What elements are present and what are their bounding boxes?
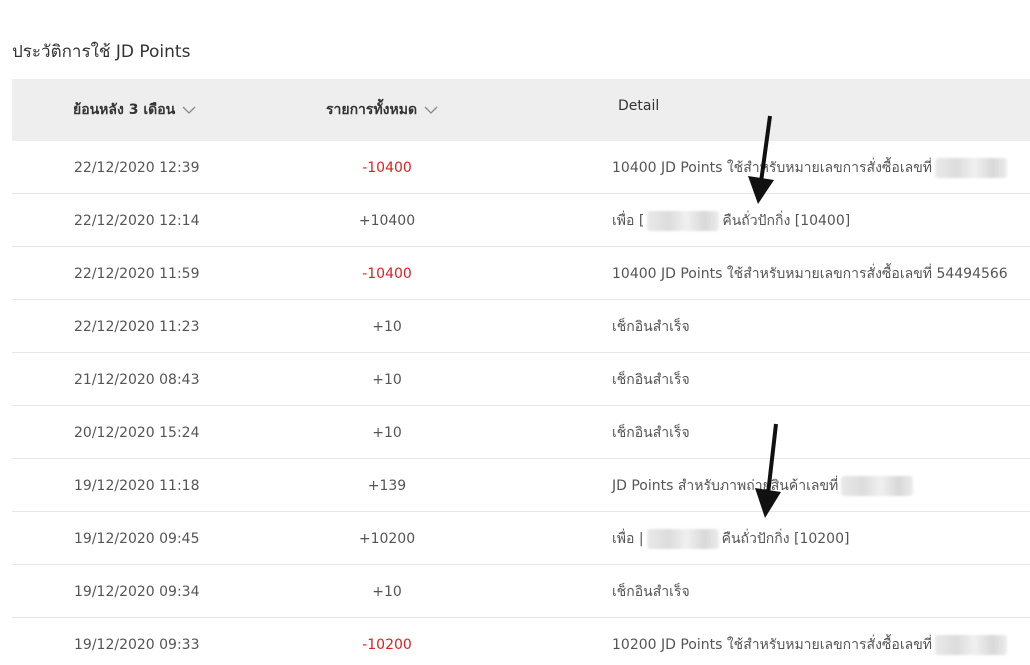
- row-detail: เช็กอินสำเร็จ: [612, 353, 690, 406]
- row-detail-text: 10400 JD Points ใช้สำหรับหมายเลขการสั่งซ…: [612, 265, 1008, 282]
- table-row: 19/12/2020 09:34 +10 เช็กอินสำเร็จ: [12, 565, 1030, 618]
- table-row: 22/12/2020 11:23 +10 เช็กอินสำเร็จ: [12, 300, 1030, 353]
- row-points: +10: [372, 424, 402, 441]
- row-points: +10400: [358, 212, 416, 229]
- row-detail-suffix: คืนถั่วปักกิ่ง [10200]: [721, 530, 850, 547]
- row-points: +10: [372, 583, 402, 600]
- redacted-blur: [647, 210, 720, 231]
- redacted-blur: [841, 475, 914, 496]
- row-detail-text: เช็กอินสำเร็จ: [612, 318, 690, 335]
- row-detail-suffix: คืนถั่วปักกิ่ง [10400]: [722, 212, 851, 229]
- redacted-blur: [935, 634, 1007, 655]
- row-date: 22/12/2020 11:23: [74, 318, 200, 335]
- row-date: 22/12/2020 12:14: [74, 212, 200, 229]
- row-date: 19/12/2020 09:45: [74, 530, 200, 547]
- table-row: 19/12/2020 09:33 -10200 10200 JD Points ใช…: [12, 618, 1030, 665]
- chevron-down-icon: [182, 106, 196, 114]
- row-detail-text: เช็กอินสำเร็จ: [612, 371, 690, 388]
- row-points: +10: [372, 371, 402, 388]
- row-date: 19/12/2020 09:34: [74, 583, 200, 600]
- date-range-filter-label: ย้อนหลัง 3 เดือน: [73, 102, 176, 118]
- row-detail: 10400 JD Points ใช้สำหรับหมายเลขการสั่งซ…: [612, 141, 1010, 194]
- row-detail: 10200 JD Points ใช้สำหรับหมายเลขการสั่งซ…: [612, 618, 1010, 665]
- transaction-type-filter-label: รายการทั้งหมด: [326, 102, 418, 118]
- table-row: 22/12/2020 12:14 +10400 เพื่อ [ คืนถั่วปักก…: [12, 194, 1030, 247]
- row-date: 19/12/2020 09:33: [74, 636, 200, 653]
- row-detail-text: 10200 JD Points ใช้สำหรับหมายเลขการสั่งซ…: [612, 636, 932, 653]
- date-range-filter[interactable]: ย้อนหลัง 3 เดือน: [73, 79, 197, 141]
- row-date: 22/12/2020 11:59: [74, 265, 200, 282]
- redacted-blur: [935, 157, 1007, 178]
- row-detail-text: JD Points สำหรับภาพถ่ายสินค้าเลขที่: [612, 477, 839, 494]
- row-date: 21/12/2020 08:43: [74, 371, 200, 388]
- row-date: 22/12/2020 12:39: [74, 159, 200, 176]
- transaction-type-filter[interactable]: รายการทั้งหมด: [326, 79, 439, 141]
- row-points: -10400: [362, 265, 412, 282]
- row-detail-text: เพื่อ [: [612, 212, 645, 229]
- row-detail: เพื่อ | คืนถั่วปักกิ่ง [10200]: [612, 512, 849, 565]
- table-row: 22/12/2020 11:59 -10400 10400 JD Points ใช…: [12, 247, 1030, 300]
- table-row: 21/12/2020 08:43 +10 เช็กอินสำเร็จ: [12, 353, 1030, 406]
- row-date: 19/12/2020 11:18: [74, 477, 200, 494]
- row-detail-text: เช็กอินสำเร็จ: [612, 424, 690, 441]
- table-row: 20/12/2020 15:24 +10 เช็กอินสำเร็จ: [12, 406, 1030, 459]
- redacted-blur: [646, 528, 719, 549]
- chevron-down-icon: [424, 106, 438, 114]
- row-points: -10400: [362, 159, 412, 176]
- row-points: +10200: [358, 530, 416, 547]
- page-title: ประวัติการใช้ JD Points: [12, 42, 191, 62]
- row-date: 20/12/2020 15:24: [74, 424, 200, 441]
- row-detail-text: 10400 JD Points ใช้สำหรับหมายเลขการสั่งซ…: [612, 159, 932, 176]
- row-detail: เช็กอินสำเร็จ: [612, 565, 690, 618]
- row-points: -10200: [362, 636, 412, 653]
- row-detail: เช็กอินสำเร็จ: [612, 300, 690, 353]
- table-row: 22/12/2020 12:39 -10400 10400 JD Points ใช…: [12, 141, 1030, 194]
- table-header: ย้อนหลัง 3 เดือน รายการทั้งหมด Detail: [12, 79, 1030, 141]
- row-detail-text: เพื่อ |: [612, 530, 644, 547]
- table-row: 19/12/2020 09:45 +10200 เพื่อ | คืนถั่วปักก…: [12, 512, 1030, 565]
- row-points: +10: [372, 318, 402, 335]
- row-detail: 10400 JD Points ใช้สำหรับหมายเลขการสั่งซ…: [612, 247, 1008, 300]
- row-points: +139: [367, 477, 407, 494]
- detail-column-header: Detail: [618, 98, 660, 114]
- points-history-list: 22/12/2020 12:39 -10400 10400 JD Points ใช…: [12, 141, 1030, 665]
- row-detail: JD Points สำหรับภาพถ่ายสินค้าเลขที่: [612, 459, 916, 512]
- table-row: 19/12/2020 11:18 +139 JD Points สำหรับภาพถ…: [12, 459, 1030, 512]
- row-detail: เพื่อ [ คืนถั่วปักกิ่ง [10400]: [612, 194, 850, 247]
- row-detail: เช็กอินสำเร็จ: [612, 406, 690, 459]
- row-detail-text: เช็กอินสำเร็จ: [612, 583, 690, 600]
